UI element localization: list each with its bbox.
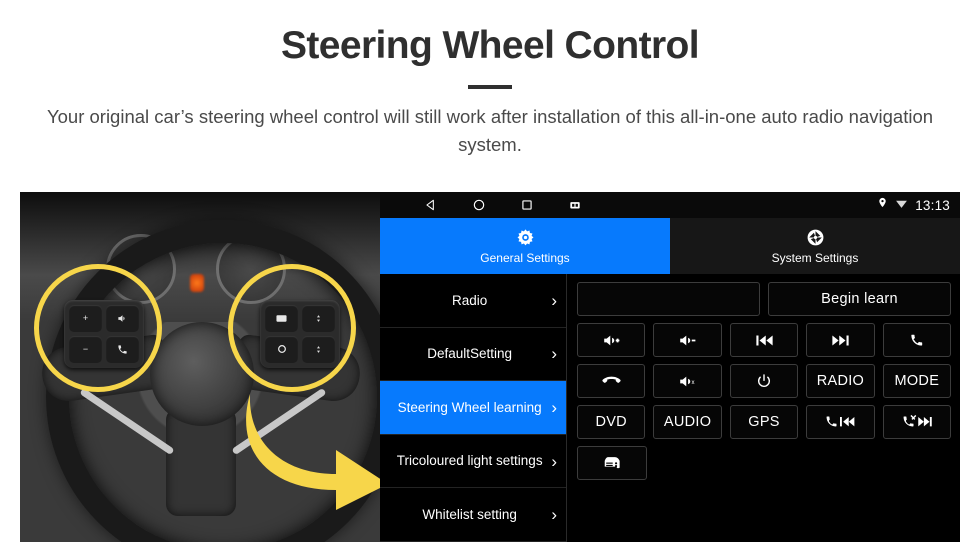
mode-button-label: MODE xyxy=(894,373,940,389)
page-header: Steering Wheel Control Your original car… xyxy=(0,0,980,158)
gps-button[interactable]: GPS xyxy=(729,405,799,439)
sidebar-item-radio-label: Radio xyxy=(452,292,488,308)
chevron-right-icon: › xyxy=(551,505,557,525)
screenshot-icon[interactable] xyxy=(568,198,582,212)
radio-button[interactable]: RADIO xyxy=(806,364,875,398)
begin-learn-button-label: Begin learn xyxy=(821,291,898,307)
navigation-button-group xyxy=(424,198,582,212)
recents-icon[interactable] xyxy=(520,198,534,212)
chevron-right-icon: › xyxy=(551,397,557,417)
call-previous-button[interactable] xyxy=(806,405,875,439)
phone-hangup-icon xyxy=(602,374,621,388)
power-button[interactable] xyxy=(729,364,799,398)
status-clock: 13:13 xyxy=(915,197,950,213)
volume-up-icon xyxy=(603,333,620,348)
call-hangup-button[interactable] xyxy=(577,364,646,398)
car-front-icon xyxy=(602,455,622,471)
dvd-button-label: DVD xyxy=(595,414,627,430)
phone-reject-next-icon xyxy=(902,415,932,429)
sidebar-item-tricoloured-light-settings-label: Tricoloured light settings xyxy=(396,453,543,469)
highlight-circle-left xyxy=(34,264,162,392)
system-swirl-icon xyxy=(806,228,825,247)
audio-button-label: AUDIO xyxy=(663,414,712,430)
power-icon xyxy=(756,373,772,389)
call-next-button[interactable] xyxy=(882,405,952,439)
panel-row-4: DVD AUDIO GPS xyxy=(577,405,952,439)
panel-row-5 xyxy=(577,446,951,480)
back-icon[interactable] xyxy=(424,198,438,212)
head-unit-screen: 13:13 General Settings System Settings R… xyxy=(380,192,960,542)
sidebar-item-default-setting[interactable]: DefaultSetting › xyxy=(380,328,566,382)
chevron-right-icon: › xyxy=(551,451,557,471)
volume-mute-icon: x xyxy=(679,374,696,389)
panel-spacer xyxy=(883,446,951,480)
panel-row-3: x RADIO MODE xyxy=(577,364,952,398)
sidebar-item-whitelist-setting-label: Whitelist setting xyxy=(422,506,517,522)
sidebar-item-tricoloured-light-settings[interactable]: Tricoloured light settings › xyxy=(380,435,566,489)
sidebar-item-default-setting-label: DefaultSetting xyxy=(427,346,513,362)
sidebar-item-steering-wheel-learning[interactable]: Steering Wheel learning › xyxy=(380,381,566,435)
previous-track-icon xyxy=(755,333,774,348)
yellow-pointer-arrow xyxy=(246,394,380,510)
phone-icon xyxy=(909,333,925,348)
car-info-button[interactable] xyxy=(577,446,647,480)
radio-button-label: RADIO xyxy=(816,373,865,389)
previous-track-button[interactable] xyxy=(729,323,799,357)
panel-row-2 xyxy=(577,323,952,357)
steering-wheel-learning-panel: Begin learn x RADIO MODE DVD AUDIO GPS xyxy=(567,274,960,542)
wifi-icon xyxy=(895,196,908,214)
settings-body: Radio › DefaultSetting › Steering Wheel … xyxy=(380,274,960,542)
highlight-circle-right xyxy=(228,264,356,392)
sidebar-item-steering-wheel-learning-label: Steering Wheel learning xyxy=(397,399,542,415)
chevron-right-icon: › xyxy=(551,344,557,364)
learn-status-field[interactable] xyxy=(577,282,760,316)
settings-sidebar: Radio › DefaultSetting › Steering Wheel … xyxy=(380,274,567,542)
volume-up-button[interactable] xyxy=(577,323,646,357)
panel-spacer xyxy=(655,446,723,480)
phone-previous-icon xyxy=(825,415,855,429)
panel-spacer xyxy=(807,446,875,480)
dvd-button[interactable]: DVD xyxy=(577,405,646,439)
media-strip: + − 13:13 General Settings System Settin… xyxy=(20,192,960,542)
gps-button-label: GPS xyxy=(748,414,780,430)
chevron-right-icon: › xyxy=(551,290,557,310)
status-indicators: 13:13 xyxy=(877,192,950,218)
tab-system-settings-label: System Settings xyxy=(771,250,859,265)
sidebar-item-radio[interactable]: Radio › xyxy=(380,274,566,328)
call-answer-button[interactable] xyxy=(882,323,952,357)
steering-wheel-photo: + − xyxy=(20,192,380,542)
panel-row-learn: Begin learn xyxy=(577,282,951,316)
gear-icon xyxy=(516,228,535,247)
mute-button[interactable]: x xyxy=(653,364,722,398)
begin-learn-button[interactable]: Begin learn xyxy=(768,282,951,316)
volume-down-icon xyxy=(679,333,696,348)
tab-general-settings-label: General Settings xyxy=(480,250,570,265)
panel-spacer xyxy=(731,446,799,480)
next-track-button[interactable] xyxy=(806,323,875,357)
android-status-bar: 13:13 xyxy=(380,192,960,218)
sidebar-item-whitelist-setting[interactable]: Whitelist setting › xyxy=(380,488,566,542)
page-title: Steering Wheel Control xyxy=(281,24,700,67)
page-subtitle: Your original car’s steering wheel contr… xyxy=(46,105,934,155)
page-root: Steering Wheel Control Your original car… xyxy=(0,0,980,542)
svg-text:x: x xyxy=(692,380,695,386)
home-icon[interactable] xyxy=(472,198,486,212)
next-track-icon xyxy=(831,333,850,348)
tab-system-settings[interactable]: System Settings xyxy=(670,218,960,274)
settings-tab-bar: General Settings System Settings xyxy=(380,218,960,274)
audio-button[interactable]: AUDIO xyxy=(653,405,722,439)
location-pin-icon xyxy=(877,196,888,214)
mode-button[interactable]: MODE xyxy=(882,364,952,398)
tab-general-settings[interactable]: General Settings xyxy=(380,218,670,274)
title-underline-accent xyxy=(468,84,512,89)
volume-down-button[interactable] xyxy=(653,323,722,357)
